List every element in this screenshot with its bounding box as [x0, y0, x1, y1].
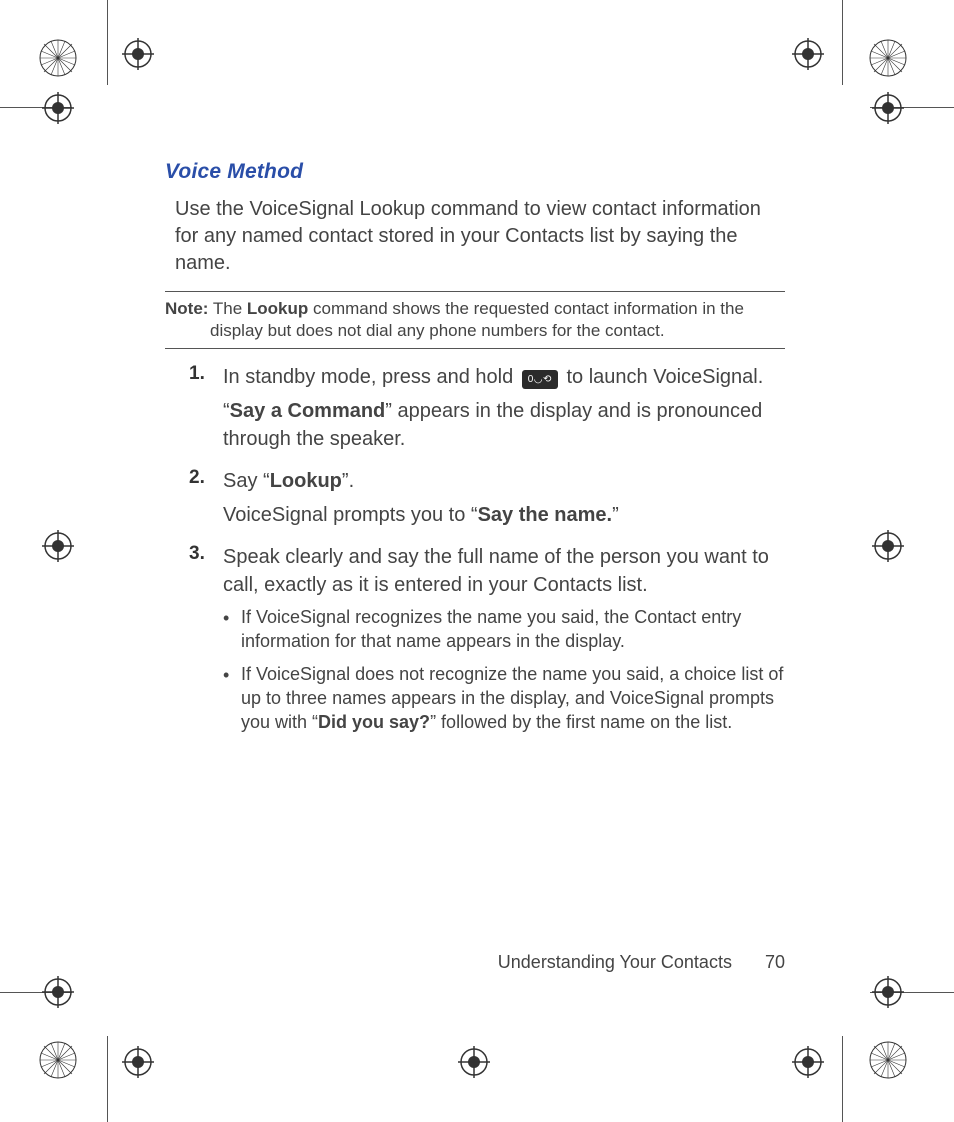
crop-mark-icon — [38, 38, 78, 78]
note-box: Note: The Lookup command shows the reque… — [165, 291, 785, 349]
target-mark-icon — [458, 1046, 490, 1078]
step-item: 2.Say “Lookup”. VoiceSignal prompts you t… — [189, 467, 785, 535]
step-number: 3. — [189, 543, 223, 742]
step-line: VoiceSignal prompts you to “Say the name… — [223, 501, 619, 529]
step-body: Say “Lookup”. VoiceSignal prompts you to … — [223, 467, 619, 535]
page-content: Voice Method Use the VoiceSignal Lookup … — [165, 160, 785, 751]
note-label: Note: — [165, 299, 208, 318]
bullet-item: •If VoiceSignal recognizes the name you … — [223, 605, 785, 654]
target-mark-icon — [42, 976, 74, 1008]
bullet-dot-icon: • — [223, 605, 241, 654]
target-mark-icon — [792, 38, 824, 70]
step-item: 1.In standby mode, press and hold 0◡⟲ to… — [189, 363, 785, 459]
step-number: 1. — [189, 363, 223, 459]
crop-mark-icon — [868, 38, 908, 78]
crop-mark-icon — [868, 1040, 908, 1080]
target-mark-icon — [872, 92, 904, 124]
step-line: Say “Lookup”. — [223, 467, 619, 495]
bullet-list: •If VoiceSignal recognizes the name you … — [223, 605, 785, 734]
voice-key-icon: 0◡⟲ — [522, 370, 558, 389]
section-title: Voice Method — [165, 160, 785, 184]
target-mark-icon — [122, 1046, 154, 1078]
bold-text: Lookup — [270, 470, 342, 492]
bullet-dot-icon: • — [223, 662, 241, 735]
step-item: 3.Speak clearly and say the full name of… — [189, 543, 785, 742]
step-line: “Say a Command” appears in the display a… — [223, 397, 785, 453]
bold-text: Say the name. — [478, 504, 613, 526]
page-number: 70 — [765, 952, 785, 973]
step-line: Speak clearly and say the full name of t… — [223, 543, 785, 599]
bullet-text: If VoiceSignal recognizes the name you s… — [241, 605, 785, 654]
page-footer: Understanding Your Contacts 70 — [165, 952, 785, 973]
step-line: In standby mode, press and hold 0◡⟲ to l… — [223, 363, 785, 391]
step-number: 2. — [189, 467, 223, 535]
bullet-item: •If VoiceSignal does not recognize the n… — [223, 662, 785, 735]
bold-text: Did you say? — [318, 712, 430, 732]
target-mark-icon — [872, 530, 904, 562]
target-mark-icon — [792, 1046, 824, 1078]
note-text-before: The — [208, 299, 246, 318]
note-bold: Lookup — [247, 299, 308, 318]
crop-mark-icon — [38, 1040, 78, 1080]
step-body: In standby mode, press and hold 0◡⟲ to l… — [223, 363, 785, 459]
step-body: Speak clearly and say the full name of t… — [223, 543, 785, 742]
target-mark-icon — [872, 976, 904, 1008]
bold-text: Say a Command — [230, 400, 386, 422]
target-mark-icon — [122, 38, 154, 70]
steps-list: 1.In standby mode, press and hold 0◡⟲ to… — [189, 363, 785, 742]
intro-text: Use the VoiceSignal Lookup command to vi… — [175, 196, 775, 277]
target-mark-icon — [42, 92, 74, 124]
footer-section: Understanding Your Contacts — [498, 952, 732, 972]
bullet-text: If VoiceSignal does not recognize the na… — [241, 662, 785, 735]
target-mark-icon — [42, 530, 74, 562]
